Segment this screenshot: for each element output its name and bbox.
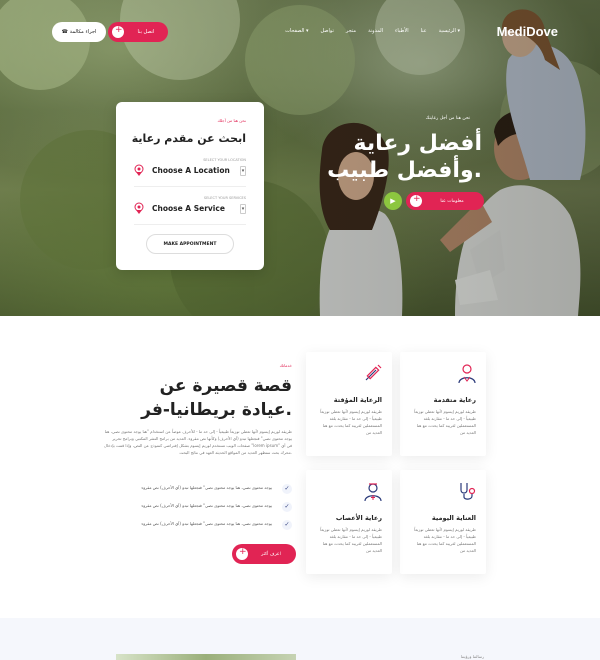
nurse-icon (364, 483, 382, 502)
feature-text: يوجد محتوى نصي، هنا يوجد محتوى نصي" فتجع… (141, 521, 272, 526)
mission-kicker: رسالتنا ورؤيتنا (460, 654, 484, 659)
location-pin-icon (134, 164, 144, 176)
service-card-neuro[interactable]: رعاية الأعصاب طريقة لوريم إيسوم لأنها تع… (306, 470, 392, 574)
chevron-down-icon: ▾ (240, 204, 246, 214)
check-icon: ✓ (282, 520, 292, 530)
mission-image (116, 654, 296, 660)
logo[interactable]: MediDove (497, 24, 558, 39)
feature-text: يوجد محتوى نصي، هنا يوجد محتوى نصي" فتجع… (141, 503, 272, 508)
menu-item-pages[interactable]: الصفحات ▾ (285, 28, 308, 34)
about-us-button-label: معلومات عنا (440, 198, 464, 204)
service-desc: طريقة لوريم إيسوم لأنها تعطي توزيعاً طبي… (320, 527, 382, 553)
service-desc: طريقة لوريم إيسوم لأنها تعطي توزيعاً طبي… (414, 409, 476, 435)
hero-kicker: نحن هنا من أجل رعايتك (425, 116, 470, 121)
service-card-daily[interactable]: العناية اليومية طريقة لوريم إيسوم لأنها … (400, 470, 486, 574)
service-desc: طريقة لوريم إيسوم لأنها تعطي توزيعاً طبي… (414, 527, 476, 553)
feature-check-item: ✓ يوجد محتوى نصي، هنا يوجد محتوى نصي" فت… (102, 520, 292, 530)
top-nav: MediDove الرئيسية ▾ عنا الأطباء المدونة … (0, 22, 600, 44)
service-card-advanced[interactable]: رعاية متقدمة طريقة لوريم إيسوم لأنها تعط… (400, 352, 486, 456)
contact-button-label: اتصل بنا (137, 29, 155, 35)
check-icon: ✓ (282, 502, 292, 512)
check-icon: ✓ (282, 484, 292, 494)
feature-check-item: ✓ يوجد محتوى نصي، هنا يوجد محتوى نصي" فت… (102, 502, 292, 512)
service-pin-icon (134, 202, 144, 214)
service-desc: طريقة لوريم إيسوم لأنها تعطي توزيعاً طبي… (320, 409, 382, 435)
syringe-icon (365, 364, 382, 381)
stethoscope-icon (460, 483, 476, 500)
service-name: رعاية متقدمة (433, 396, 476, 404)
plus-icon (410, 194, 422, 207)
service-select[interactable]: SELECT YOUR SERVICES Choose A Service ▾ (134, 196, 246, 220)
service-value: Choose A Service (152, 204, 225, 213)
learn-more-button[interactable]: اعرف أكثر (232, 544, 296, 564)
about-title: قصة قصيرة عن عيادة بريطانيا-فر. (141, 376, 292, 420)
feature-text: يوجد محتوى نصي، هنا يوجد محتوى نصي" فتجع… (141, 485, 272, 490)
location-select[interactable]: SELECT YOUR LOCATION Choose A Location ▾ (134, 158, 246, 182)
about-us-button[interactable]: معلومات عنا (406, 192, 484, 210)
divider (134, 224, 246, 225)
menu-item-shop[interactable]: متجر (346, 28, 356, 34)
menu-item-doctors[interactable]: الأطباء (395, 28, 409, 34)
feature-check-item: ✓ يوجد محتوى نصي، هنا يوجد محتوى نصي" فت… (102, 484, 292, 494)
divider (134, 186, 246, 187)
find-caregiver-card: نحن هنا من أجلك ابحث عن مقدم رعاية SELEC… (116, 102, 264, 270)
location-value: Choose A Location (152, 166, 230, 175)
plus-icon (236, 547, 248, 560)
service-name: العناية اليومية (431, 514, 476, 522)
location-sublabel: SELECT YOUR LOCATION (203, 158, 246, 162)
mission-section: رسالتنا ورؤيتنا (0, 618, 600, 660)
menu-item-about[interactable]: عنا (421, 28, 427, 34)
card-kicker: نحن هنا من أجلك (217, 118, 246, 123)
service-sublabel: SELECT YOUR SERVICES (203, 196, 246, 200)
menu-item-home[interactable]: الرئيسية ▾ (439, 28, 460, 34)
hero-section (0, 0, 600, 316)
learn-more-label: اعرف أكثر (261, 551, 281, 557)
menu-item-blog[interactable]: المدونة (368, 28, 383, 34)
hero-title: أفضل رعاية وأفضل طبيب. (327, 131, 482, 183)
main-menu: الرئيسية ▾ عنا الأطباء المدونة متجر تواص… (285, 28, 460, 34)
hero-overlay (0, 0, 600, 316)
chevron-down-icon: ▾ (240, 166, 246, 176)
play-icon: ▶ (390, 197, 396, 205)
play-video-button[interactable]: ▶ (384, 192, 402, 210)
service-name: رعاية الأعصاب (335, 514, 382, 522)
call-button[interactable]: ☎ اجراء مكالمة (52, 22, 106, 42)
about-body: طريقة لوريم إيسوم لأنها تعطي توزيعاً طبي… (104, 429, 292, 455)
service-name: الرعاية المؤقتة (333, 396, 382, 404)
phone-icon: ☎ (61, 29, 68, 35)
call-button-label: اجراء مكالمة (69, 29, 97, 35)
menu-item-contact[interactable]: تواصل (321, 28, 334, 34)
doctor-icon (458, 364, 476, 384)
plus-icon (112, 25, 124, 38)
make-appointment-button[interactable]: MAKE APPOINTMENT (146, 234, 234, 254)
card-title: ابحث عن مقدم رعاية (131, 132, 246, 145)
about-kicker: خدماتك (279, 363, 292, 368)
service-card-temporary[interactable]: الرعاية المؤقتة طريقة لوريم إيسوم لأنها … (306, 352, 392, 456)
contact-button[interactable]: اتصل بنا (108, 22, 168, 42)
